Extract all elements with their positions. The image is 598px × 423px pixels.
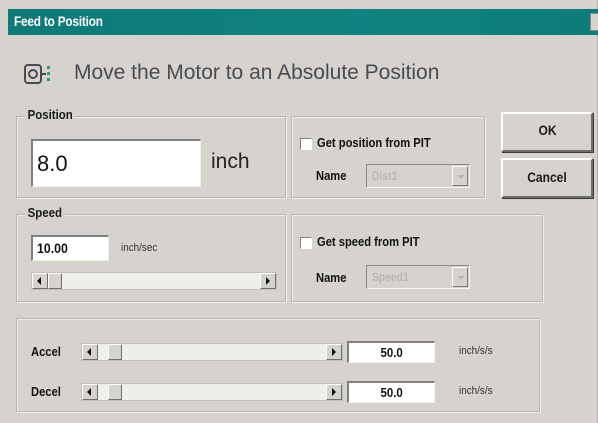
chevron-down-icon[interactable] bbox=[452, 166, 468, 186]
position-group: Position 8.0 inch bbox=[16, 107, 286, 198]
decel-unit: inch/s/s bbox=[459, 385, 493, 397]
cancel-button[interactable]: Cancel bbox=[501, 158, 593, 198]
position-pit-label: Get position from PIT bbox=[317, 135, 431, 150]
position-group-label: Position bbox=[25, 107, 76, 122]
speed-input[interactable]: 10.00 bbox=[31, 235, 109, 261]
speed-name-select[interactable]: Speed1 bbox=[366, 265, 470, 289]
position-pit-checkbox[interactable] bbox=[300, 138, 312, 150]
speed-scroll-thumb[interactable] bbox=[48, 273, 62, 289]
position-pit-group: Get position from PIT Name Dist1 bbox=[291, 116, 485, 198]
decel-scroll-thumb[interactable] bbox=[108, 384, 122, 400]
ok-button[interactable]: OK bbox=[501, 112, 593, 152]
dialog-heading: Move the Motor to an Absolute Position bbox=[74, 61, 440, 84]
scroll-right-icon[interactable] bbox=[260, 273, 276, 289]
accel-label: Accel bbox=[31, 344, 61, 359]
speed-pit-label: Get speed from PIT bbox=[317, 234, 420, 249]
speed-unit: inch/sec bbox=[121, 242, 158, 254]
position-unit: inch bbox=[211, 150, 250, 173]
feed-to-position-dialog: Feed to Position Move the Motor to an Ab… bbox=[0, 0, 598, 423]
decel-value: 50.0 bbox=[380, 385, 403, 400]
decel-scrollbar[interactable] bbox=[81, 383, 343, 401]
position-input[interactable]: 8.0 bbox=[31, 139, 201, 187]
scroll-right-icon[interactable] bbox=[326, 344, 342, 360]
close-button[interactable] bbox=[590, 13, 598, 31]
scroll-left-icon[interactable] bbox=[32, 273, 48, 289]
decel-value-box: 50.0 bbox=[347, 381, 435, 403]
scroll-left-icon[interactable] bbox=[82, 384, 98, 400]
accel-value: 50.0 bbox=[380, 345, 403, 360]
chevron-down-icon[interactable] bbox=[452, 267, 468, 287]
accel-unit: inch/s/s bbox=[459, 345, 493, 357]
accel-decel-group: Accel 50.0 inch/s/s Decel 50.0 inch/s/s bbox=[16, 318, 540, 412]
position-name-value: Dist1 bbox=[372, 169, 398, 183]
speed-value: 10.00 bbox=[37, 240, 68, 256]
speed-pit-group: Get speed from PIT Name Speed1 bbox=[291, 214, 543, 302]
position-name-label: Name bbox=[316, 168, 347, 183]
decel-label: Decel bbox=[31, 384, 61, 399]
window-title: Feed to Position bbox=[14, 13, 103, 29]
title-bar[interactable]: Feed to Position bbox=[8, 9, 598, 35]
speed-group-label: Speed bbox=[25, 205, 65, 220]
speed-pit-checkbox[interactable] bbox=[300, 237, 312, 249]
speed-group: Speed 10.00 inch/sec bbox=[16, 205, 286, 302]
position-value: 8.0 bbox=[37, 151, 68, 176]
accel-scrollbar[interactable] bbox=[81, 343, 343, 361]
position-name-select[interactable]: Dist1 bbox=[366, 164, 470, 188]
scroll-right-icon[interactable] bbox=[326, 384, 342, 400]
speed-name-label: Name bbox=[316, 270, 347, 285]
scroll-left-icon[interactable] bbox=[82, 344, 98, 360]
accel-scroll-thumb[interactable] bbox=[108, 344, 122, 360]
accel-value-box: 50.0 bbox=[347, 341, 435, 363]
speed-name-value: Speed1 bbox=[372, 270, 409, 284]
speed-scrollbar[interactable] bbox=[31, 272, 277, 290]
motor-icon bbox=[24, 64, 50, 84]
